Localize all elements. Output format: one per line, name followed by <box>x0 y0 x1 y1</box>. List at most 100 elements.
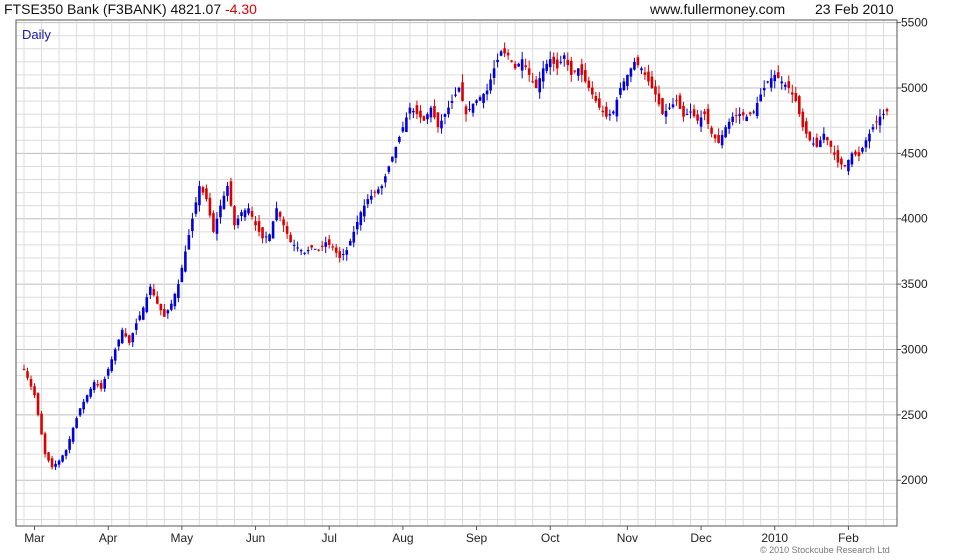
candle-body <box>534 79 538 88</box>
candle-body <box>271 221 275 239</box>
candle-body <box>408 107 412 114</box>
candle-body <box>797 96 801 115</box>
candle-body <box>864 140 868 148</box>
candle-body <box>75 418 78 428</box>
candle-body <box>257 221 261 232</box>
candle-body <box>198 186 201 206</box>
candle-body <box>513 63 517 69</box>
candle-body <box>882 114 885 116</box>
candle-body <box>289 234 292 243</box>
candle-body <box>566 59 570 66</box>
candle-body <box>692 109 696 117</box>
candle-body <box>148 286 152 295</box>
candle-body <box>650 76 654 88</box>
candle-body <box>233 206 236 226</box>
candle-body <box>191 218 194 232</box>
candle-body <box>159 303 163 311</box>
candle-body <box>703 111 706 115</box>
candle-body <box>68 439 71 450</box>
candle-body <box>166 310 170 314</box>
candle-body <box>608 114 612 116</box>
candle-body <box>580 64 584 75</box>
candle-body <box>78 408 82 416</box>
candle-body <box>436 112 440 128</box>
candle-body <box>212 213 215 232</box>
candle-body <box>278 212 282 217</box>
candle-body <box>145 297 149 313</box>
candle-body <box>208 197 212 216</box>
candle-body <box>605 106 608 117</box>
candle-body <box>359 212 363 226</box>
candle-body <box>355 222 359 230</box>
candle-body <box>475 100 478 103</box>
candle-body <box>766 81 770 83</box>
candle-body <box>671 104 675 108</box>
candle-body <box>205 188 208 200</box>
candle-body <box>769 78 773 88</box>
candle-body <box>755 103 759 117</box>
source-site: www.fullermoney.com <box>650 1 786 17</box>
candle-body <box>773 74 777 82</box>
candle-body <box>303 252 306 254</box>
candle-body <box>240 212 243 217</box>
candle-body <box>710 127 713 134</box>
candle-body <box>82 401 85 410</box>
candle-body <box>43 433 47 455</box>
candle-body <box>187 235 191 250</box>
candle-body <box>738 114 741 116</box>
candle-body <box>843 164 847 167</box>
candle-body <box>573 70 577 72</box>
candle-body <box>250 211 254 217</box>
candle-body <box>857 152 861 156</box>
candle-body <box>33 386 36 396</box>
candle-body <box>685 114 689 116</box>
candle-body <box>226 186 229 196</box>
candle-body <box>384 176 387 183</box>
candle-body <box>640 68 643 71</box>
candle-body <box>489 79 492 91</box>
candle-body <box>180 267 184 283</box>
candle-body <box>405 117 408 132</box>
chart-date: 23 Feb 2010 <box>815 1 894 17</box>
candle-body <box>317 249 320 251</box>
candle-body <box>815 137 819 147</box>
candle-body <box>334 247 338 253</box>
candle-body <box>261 227 264 239</box>
candle-body <box>254 221 257 226</box>
candle-body <box>541 68 545 82</box>
candle-body <box>120 329 124 344</box>
candle-body <box>222 195 226 209</box>
candle-body <box>626 74 629 87</box>
candle-body <box>598 98 601 108</box>
x-tick-label: Jun <box>246 531 265 545</box>
candle-body <box>506 52 510 56</box>
candle-body <box>29 379 33 387</box>
candle-body <box>57 460 61 465</box>
candle-body <box>482 93 485 104</box>
candle-body <box>219 205 222 218</box>
candle-body <box>601 110 605 113</box>
candle-body <box>138 315 142 320</box>
candle-body <box>268 234 271 242</box>
candle-body <box>170 303 173 310</box>
candle-body <box>40 413 43 435</box>
x-tick-label: Jul <box>322 531 337 545</box>
candle-body <box>636 57 640 66</box>
candle-body <box>559 61 563 63</box>
candle-body <box>794 93 798 102</box>
candle-body <box>790 92 794 95</box>
candle-body <box>783 84 787 87</box>
candle-body <box>871 127 875 130</box>
candle-body <box>759 94 763 102</box>
candle-body <box>612 111 615 114</box>
candle-body <box>96 384 99 386</box>
candle-body <box>141 307 145 320</box>
candle-body <box>352 231 356 243</box>
candle-body <box>461 82 464 102</box>
chart-header-title: FTSE350 Bank (F3BANK) 4821.07 -4.30 <box>4 1 257 17</box>
price-chart: 20002500300035004000450050005500 Mar Apr M… <box>15 16 928 545</box>
candle-body <box>503 48 506 54</box>
candle-body <box>292 244 296 246</box>
y-tick-label: 3500 <box>901 277 928 291</box>
candle-body <box>741 112 745 116</box>
